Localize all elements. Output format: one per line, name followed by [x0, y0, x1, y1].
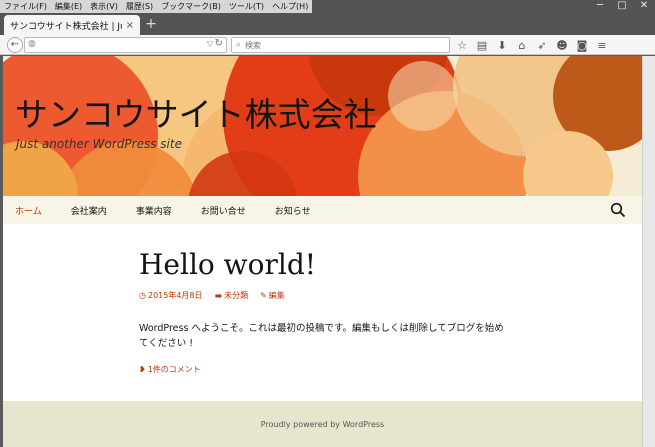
- menu-history[interactable]: 履歴(S): [126, 0, 153, 13]
- menu-bookmarks[interactable]: ブックマーク(B): [161, 0, 221, 13]
- menu-file[interactable]: ファイル(F): [4, 0, 47, 13]
- folder-icon: ▬: [214, 291, 223, 300]
- hamburger-menu-icon[interactable]: ≡: [596, 39, 608, 52]
- site-navigation: ホーム 会社案内 事業内容 お問い合せ お知らせ: [3, 196, 642, 224]
- nav-item-news[interactable]: お知らせ: [275, 204, 311, 217]
- site-title[interactable]: サンコウサイト株式会社: [15, 88, 377, 136]
- reading-list-icon[interactable]: ▤: [476, 39, 488, 52]
- minimize-button[interactable]: ─: [589, 0, 611, 13]
- post-edit-text: 編集: [268, 291, 285, 300]
- page-scrollbar[interactable]: [642, 56, 655, 447]
- post-title[interactable]: Hello world!: [139, 248, 316, 281]
- history-dropdown-icon[interactable]: ▽: [207, 39, 213, 48]
- post-meta: ◷ 2015年4月8日 ▬ 未分類 ✎ 編集: [139, 290, 297, 301]
- menu-view[interactable]: 表示(V): [90, 0, 118, 13]
- tab-close-icon[interactable]: ×: [126, 20, 134, 31]
- post-edit-link[interactable]: ✎ 編集: [260, 290, 285, 301]
- maximize-button[interactable]: □: [611, 0, 633, 13]
- browser-tab[interactable]: サンコウサイト株式会社 | Just a... ×: [4, 15, 140, 35]
- menu-help[interactable]: ヘルプ(H): [272, 0, 308, 13]
- globe-icon: ◍: [28, 39, 36, 49]
- search-bar[interactable]: ⌕: [231, 37, 450, 53]
- reload-icon[interactable]: ↻: [215, 38, 223, 49]
- post-category[interactable]: ▬ 未分類: [215, 290, 249, 301]
- share-icon[interactable]: ➶: [536, 39, 548, 52]
- menu-items: ファイル(F) 編集(E) 表示(V) 履歴(S) ブックマーク(B) ツール(…: [0, 0, 313, 13]
- nav-item-business[interactable]: 事業内容: [136, 204, 172, 217]
- site-header: サンコウサイト株式会社 Just another WordPress site: [3, 56, 642, 196]
- nav-item-home[interactable]: ホーム: [15, 204, 42, 217]
- close-window-button[interactable]: ✕: [633, 0, 655, 13]
- search-icon: ⌕: [236, 40, 242, 50]
- menu-tools[interactable]: ツール(T): [229, 0, 264, 13]
- star-icon[interactable]: ☆: [456, 39, 468, 52]
- window-controls: ─ □ ✕: [589, 0, 655, 13]
- tab-title: サンコウサイト株式会社 | Just a...: [10, 21, 122, 32]
- nav-item-contact[interactable]: お問い合せ: [201, 204, 246, 217]
- footer-credit[interactable]: Proudly powered by WordPress: [261, 420, 384, 429]
- comments-link[interactable]: ❥ 1件のコメント: [139, 364, 201, 375]
- new-tab-button[interactable]: +: [144, 16, 158, 32]
- camera-icon[interactable]: ◙: [576, 39, 588, 52]
- url-bar[interactable]: ◍ ▽ ↻: [24, 37, 227, 53]
- pencil-icon: ✎: [260, 291, 267, 300]
- site-search-icon[interactable]: [610, 202, 626, 218]
- nav-item-company[interactable]: 会社案内: [71, 204, 107, 217]
- emoji-icon[interactable]: ☻: [556, 39, 568, 52]
- search-input[interactable]: [245, 40, 436, 50]
- download-icon[interactable]: ⬇: [496, 39, 508, 52]
- clock-icon: ◷: [139, 291, 146, 300]
- nav-toolbar: ← ◍ ▽ ↻ ⌕ ☆ ▤ ⬇ ⌂ ➶ ☻ ◙ ≡: [0, 35, 655, 55]
- home-icon[interactable]: ⌂: [516, 39, 528, 52]
- post-content: WordPress へようこそ。これは最初の投稿です。編集もしくは削除してブログ…: [139, 323, 504, 349]
- post-category-text: 未分類: [224, 291, 249, 300]
- comment-icon: ❥: [139, 365, 146, 374]
- post-date-text: 2015年4月8日: [147, 291, 203, 300]
- toolbar-icons: ☆ ▤ ⬇ ⌂ ➶ ☻ ◙ ≡: [456, 37, 616, 53]
- menu-bar: ファイル(F) 編集(E) 表示(V) 履歴(S) ブックマーク(B) ツール(…: [0, 0, 655, 13]
- tab-bar: サンコウサイト株式会社 | Just a... × +: [0, 13, 655, 35]
- comments-text: 1件のコメント: [147, 365, 201, 374]
- menu-edit[interactable]: 編集(E): [55, 0, 82, 13]
- site-description: Just another WordPress site: [16, 137, 182, 151]
- page-viewport: サンコウサイト株式会社 Just another WordPress site …: [3, 56, 642, 447]
- post-date[interactable]: ◷ 2015年4月8日: [139, 290, 203, 301]
- site-footer: Proudly powered by WordPress: [3, 401, 642, 447]
- back-button[interactable]: ←: [7, 37, 23, 53]
